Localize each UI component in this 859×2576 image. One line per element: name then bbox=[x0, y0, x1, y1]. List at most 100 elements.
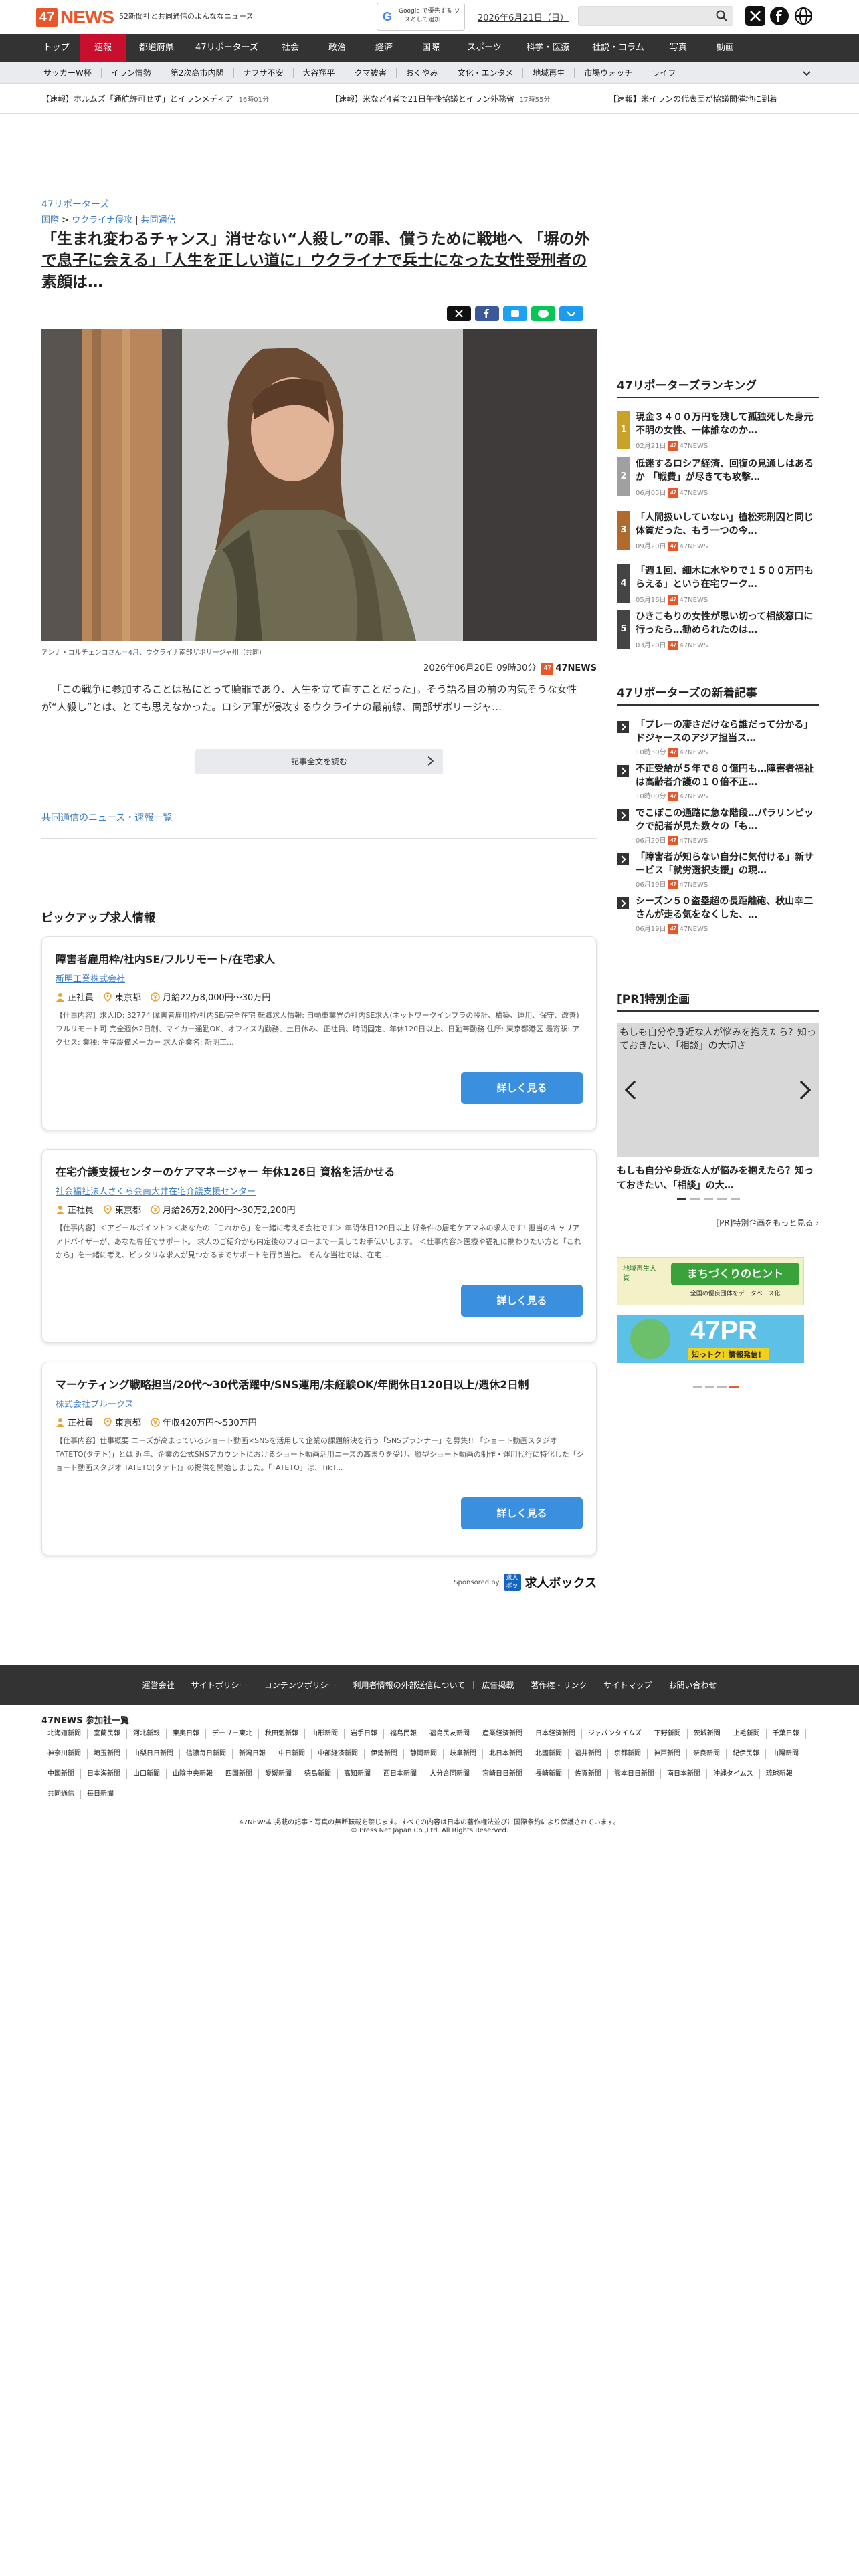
nav-editorial[interactable]: 社説・コラム bbox=[581, 34, 655, 62]
topic-regional[interactable]: 地域再生 bbox=[523, 68, 575, 78]
member-newspaper-link[interactable]: 神奈川新聞 bbox=[41, 1749, 88, 1759]
member-newspaper-link[interactable]: 山陽新聞 bbox=[766, 1749, 805, 1759]
footer-sitemap[interactable]: サイトマップ bbox=[595, 1681, 661, 1689]
kyodo-news-link[interactable]: 共同通信のニュース・速報一覧 bbox=[41, 811, 172, 824]
member-newspaper-link[interactable]: 南日本新聞 bbox=[661, 1769, 707, 1779]
footer-external-transmission[interactable]: 利用者情報の外部送信について bbox=[345, 1681, 474, 1689]
nav-science[interactable]: 科学・医療 bbox=[514, 34, 581, 62]
member-newspaper-link[interactable]: 西日本新聞 bbox=[377, 1769, 423, 1779]
carousel-dots[interactable] bbox=[677, 1198, 740, 1200]
new-article-item[interactable]: シーズン５０盗塁超の長距離砲、秋山幸二さんが走る気をなくした、… 06月19日 4… bbox=[617, 893, 819, 934]
nav-47reporters[interactable]: 47リポーターズ bbox=[187, 34, 267, 62]
member-newspaper-link[interactable]: 北國新聞 bbox=[529, 1749, 569, 1759]
member-newspaper-link[interactable]: 紀伊民報 bbox=[727, 1749, 766, 1759]
facebook-icon[interactable] bbox=[769, 6, 789, 26]
search-icon[interactable] bbox=[715, 9, 729, 23]
nav-society[interactable]: 社会 bbox=[267, 34, 314, 62]
member-newspaper-link[interactable]: 岐阜新聞 bbox=[444, 1749, 483, 1759]
search-box[interactable] bbox=[578, 6, 733, 26]
article-photo[interactable] bbox=[41, 329, 597, 641]
share-x-icon[interactable] bbox=[447, 306, 471, 321]
ranking-item[interactable]: 4 「週１回、細木に水やりで１５００万円もらえる」という在宅ワーク… 05月16… bbox=[617, 563, 819, 610]
member-newspaper-link[interactable]: 福島民報 bbox=[384, 1729, 423, 1739]
job-title[interactable]: 障害者雇用枠/社内SE/フルリモート/在宅求人 bbox=[56, 950, 584, 966]
member-newspaper-link[interactable]: 福島民友新聞 bbox=[423, 1729, 476, 1739]
member-newspaper-link[interactable]: 秋田魁新報 bbox=[259, 1729, 305, 1739]
job-company[interactable]: 株式会社ブルークス bbox=[56, 1397, 134, 1410]
banner-dots[interactable] bbox=[693, 1386, 739, 1388]
share-facebook-icon[interactable] bbox=[475, 306, 499, 321]
job-company[interactable]: 新明工業株式会社 bbox=[56, 972, 125, 984]
x-icon[interactable] bbox=[745, 6, 765, 26]
nav-international[interactable]: 国際 bbox=[407, 34, 454, 62]
nav-economy[interactable]: 経済 bbox=[361, 34, 407, 62]
member-newspaper-link[interactable]: 山梨日日新聞 bbox=[127, 1749, 180, 1759]
nav-prefectures[interactable]: 都道府県 bbox=[126, 34, 187, 62]
new-article-item[interactable]: 不正受給が５年で８０億円も…障害者福祉は高齢者介護の１０倍不正… 10時00分 4… bbox=[617, 761, 819, 801]
member-newspaper-link[interactable]: 高知新聞 bbox=[338, 1769, 377, 1779]
member-newspaper-link[interactable]: 新潟日報 bbox=[233, 1749, 272, 1759]
topic-obituaries[interactable]: おくやみ bbox=[397, 68, 448, 78]
job-company[interactable]: 社会福祉法人さくら会南大井在宅介護支援センター bbox=[56, 1184, 256, 1197]
ticker-item[interactable]: 【速報】ホルムズ「通航許可せず」とイランメディア 16時01分 bbox=[41, 93, 269, 104]
member-newspaper-link[interactable]: 福井新聞 bbox=[569, 1749, 608, 1759]
share-bluesky-icon[interactable] bbox=[559, 306, 583, 321]
footer-company[interactable]: 運営会社 bbox=[134, 1681, 183, 1689]
topic-naphtha[interactable]: ナフサ不安 bbox=[234, 68, 294, 78]
share-hatena-icon[interactable] bbox=[503, 306, 527, 321]
job-card[interactable]: 障害者雇用枠/社内SE/フルリモート/在宅求人 新明工業株式会社 正社員 東京都… bbox=[41, 936, 597, 1130]
pr-more-link[interactable]: [PR]特別企画をもっと見る › bbox=[617, 1217, 819, 1228]
nav-sports[interactable]: スポーツ bbox=[454, 34, 514, 62]
topic-market[interactable]: 市場ウォッチ bbox=[575, 68, 643, 78]
new-article-item[interactable]: でこぼこの通路に急な階段…パラリンピックで記者が見た数々の「も… 06月20日 4… bbox=[617, 805, 819, 845]
google-preferred-source-button[interactable]: G Google で優先する ソースとして追加 bbox=[377, 3, 465, 31]
member-newspaper-link[interactable]: 山形新聞 bbox=[305, 1729, 345, 1739]
member-newspaper-link[interactable]: 信濃毎日新聞 bbox=[180, 1749, 233, 1759]
nav-politics[interactable]: 政治 bbox=[314, 34, 361, 62]
job-card[interactable]: 在宅介護支援センターのケアマネージャー 年休126日 資格を活かせる 社会福祉法… bbox=[41, 1149, 597, 1343]
carousel-next-icon[interactable] bbox=[791, 1080, 812, 1100]
site-logo[interactable]: 47 NEWS bbox=[36, 4, 114, 31]
section-kicker[interactable]: 47リポーターズ bbox=[41, 197, 109, 211]
globe-icon[interactable] bbox=[793, 6, 814, 26]
footer-site-policy[interactable]: サイトポリシー bbox=[183, 1681, 256, 1689]
article-headline[interactable]: 「生まれ変わるチャンス」消せない“人殺し”の罪、償うために戦地へ 「塀の外で息子… bbox=[41, 229, 597, 293]
read-more-button[interactable]: 記事全文を読む bbox=[195, 749, 443, 774]
carousel-prev-icon[interactable] bbox=[624, 1080, 644, 1100]
job-title[interactable]: 在宅介護支援センターのケアマネージャー 年休126日 資格を活かせる bbox=[56, 1163, 584, 1179]
topic-iran[interactable]: イラン情勢 bbox=[102, 68, 161, 78]
footer-copyright[interactable]: 著作権・リンク bbox=[522, 1681, 596, 1689]
banner-47pr[interactable]: 47PR 知っトク！情報発信！ bbox=[617, 1315, 804, 1363]
member-newspaper-link[interactable]: デーリー東北 bbox=[206, 1729, 259, 1739]
topic-bear[interactable]: クマ被害 bbox=[345, 68, 397, 78]
member-newspaper-link[interactable]: 共同通信 bbox=[41, 1790, 81, 1799]
member-newspaper-link[interactable]: 山口新聞 bbox=[127, 1769, 167, 1779]
member-newspaper-link[interactable]: 中国新聞 bbox=[41, 1769, 81, 1779]
job-detail-button[interactable]: 詳しく見る bbox=[461, 1285, 583, 1317]
member-newspaper-link[interactable]: 中日新聞 bbox=[272, 1749, 312, 1759]
member-newspaper-link[interactable]: 宮崎日日新聞 bbox=[476, 1769, 529, 1779]
member-newspaper-link[interactable]: 上毛新聞 bbox=[727, 1729, 767, 1739]
member-newspaper-link[interactable]: 神戸新聞 bbox=[648, 1749, 687, 1759]
topic-culture[interactable]: 文化・エンタメ bbox=[448, 68, 524, 78]
member-newspaper-link[interactable]: 北海道新聞 bbox=[41, 1729, 88, 1739]
banner-machizukuri[interactable]: 地域再生大賞 まちづくりのヒント 全国の優良団体をデータベース化 bbox=[617, 1257, 804, 1305]
ticker-item[interactable]: 【速報】米イランの代表団が協議開催地に到着 bbox=[609, 93, 777, 104]
member-newspaper-link[interactable]: 茨城新聞 bbox=[688, 1729, 727, 1739]
member-newspaper-link[interactable]: 大分合同新聞 bbox=[423, 1769, 476, 1779]
job-detail-button[interactable]: 詳しく見る bbox=[461, 1072, 583, 1104]
member-newspaper-link[interactable]: 埼玉新聞 bbox=[88, 1749, 127, 1759]
job-title[interactable]: マーケティング戦略担当/20代〜30代活躍中/SNS運用/未経験OK/年間休日1… bbox=[56, 1376, 584, 1392]
topic-life[interactable]: ライフ bbox=[642, 68, 685, 78]
footer-advertising[interactable]: 広告掲載 bbox=[474, 1681, 523, 1689]
ranking-item[interactable]: 3 「人間扱いしていない」植松死刑囚と同じ体質だった、もう一つの今… 09月20… bbox=[617, 510, 819, 556]
ranking-item[interactable]: 1 現金３４００万円を残して孤独死した身元不明の女性、一体誰なのか… 02月21… bbox=[617, 409, 819, 456]
member-newspaper-link[interactable]: 京都新聞 bbox=[608, 1749, 648, 1759]
member-newspaper-link[interactable]: 奈良新聞 bbox=[687, 1749, 727, 1759]
pr-article-title[interactable]: もしも自分や身近な人が悩みを抱えたら？知っておきたい、「相談」の大… bbox=[617, 1164, 819, 1193]
member-newspaper-link[interactable]: 岩手日報 bbox=[345, 1729, 384, 1739]
member-newspaper-link[interactable]: 河北新報 bbox=[127, 1729, 167, 1739]
date-link[interactable]: 2026年6月21日（日） bbox=[478, 11, 569, 23]
breadcrumb-international[interactable]: 国際 bbox=[41, 215, 59, 225]
member-newspaper-link[interactable]: 中部経済新聞 bbox=[312, 1749, 365, 1759]
